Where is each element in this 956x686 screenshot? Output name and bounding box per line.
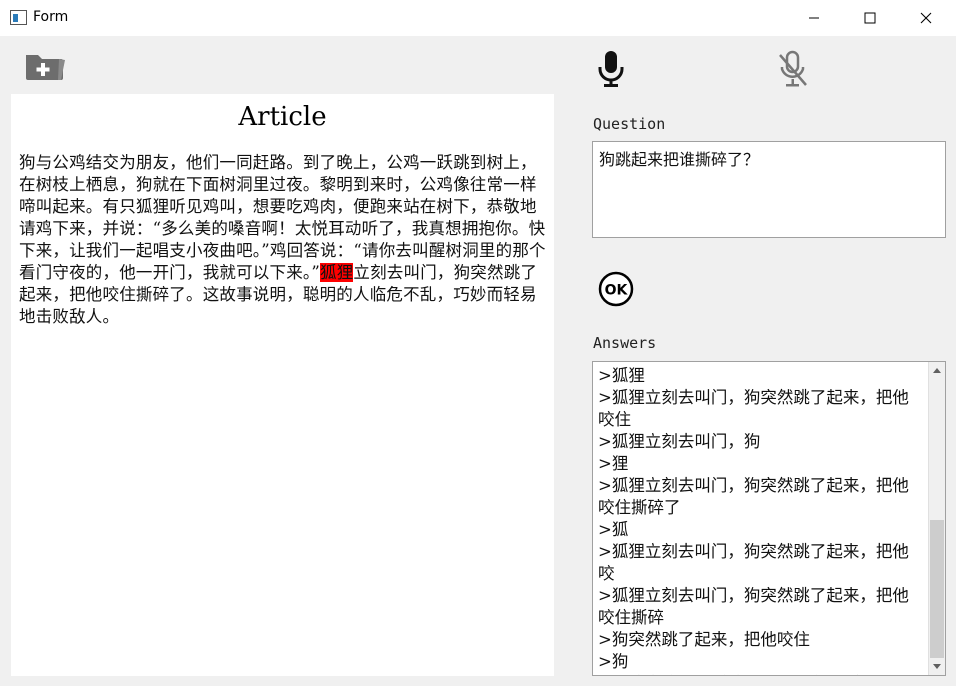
answer-item[interactable]: >狐狸立刻去叫门，狗突然跳了起来，把他咬住 bbox=[598, 387, 923, 431]
maximize-icon bbox=[864, 12, 876, 24]
answers-label: Answers bbox=[593, 334, 657, 352]
answer-item[interactable]: >狐狸立刻去叫门，狗 bbox=[598, 431, 923, 453]
microphone-button[interactable] bbox=[590, 48, 632, 90]
question-input[interactable]: 狗跳起来把谁撕碎了？ bbox=[592, 141, 946, 238]
folder-add-icon bbox=[26, 55, 65, 80]
arrow-up-icon bbox=[933, 368, 941, 373]
svg-text:OK: OK bbox=[605, 283, 629, 299]
answer-item[interactable]: >狐狸立刻去叫门，狗突然跳了起来，把他咬住撕碎了 bbox=[598, 475, 923, 519]
window-title: Form bbox=[33, 9, 69, 25]
microphone-off-button[interactable] bbox=[772, 48, 814, 90]
open-folder-button[interactable] bbox=[22, 48, 68, 84]
answer-item[interactable]: >狐 bbox=[598, 519, 923, 541]
answer-item[interactable]: >狗突然跳了起来，把他咬住 bbox=[598, 629, 923, 651]
answer-item[interactable]: >狸 bbox=[598, 453, 923, 475]
ok-icon: OK bbox=[598, 271, 634, 307]
answer-item[interactable]: >狐狸立刻去叫门，狗突然跳了起来，把他咬住撕碎 bbox=[598, 585, 923, 629]
answer-item[interactable]: >公鸡像往常一样啼叫起来。有只狐狸 bbox=[598, 673, 923, 675]
title-bar: Form bbox=[0, 0, 956, 36]
maximize-button[interactable] bbox=[842, 0, 898, 36]
article-text[interactable]: 狗与公鸡结交为朋友，他们一同赶路。到了晚上，公鸡一跃跳到树上，在树枝上栖息，狗就… bbox=[19, 152, 547, 328]
microphone-off-icon bbox=[779, 50, 807, 87]
answer-item[interactable]: >狐狸 bbox=[598, 365, 923, 387]
microphone-icon bbox=[598, 51, 624, 87]
question-label: Question bbox=[593, 115, 666, 133]
vertical-scrollbar[interactable] bbox=[928, 362, 945, 675]
answers-list: >狐狸 >狐狸立刻去叫门，狗突然跳了起来，把他咬住 >狐狸立刻去叫门，狗 >狸 >狐狸立… bbox=[598, 365, 923, 675]
ok-button[interactable]: OK bbox=[598, 271, 634, 307]
answer-item[interactable]: >狗 bbox=[598, 651, 923, 673]
minimize-icon bbox=[809, 17, 819, 19]
scroll-down-button[interactable] bbox=[929, 659, 945, 675]
close-icon bbox=[920, 12, 932, 24]
arrow-down-icon bbox=[933, 664, 941, 669]
minimize-button[interactable] bbox=[786, 0, 842, 36]
close-button[interactable] bbox=[898, 0, 954, 36]
scroll-thumb[interactable] bbox=[930, 520, 944, 658]
article-highlight: 狐狸 bbox=[320, 263, 354, 282]
app-icon bbox=[10, 10, 27, 25]
article-panel: Article 狗与公鸡结交为朋友，他们一同赶路。到了晚上，公鸡一跃跳到树上，在… bbox=[11, 94, 554, 676]
answers-list-box[interactable]: >狐狸 >狐狸立刻去叫门，狗突然跳了起来，把他咬住 >狐狸立刻去叫门，狗 >狸 >狐狸立… bbox=[592, 361, 946, 676]
scroll-up-button[interactable] bbox=[929, 362, 945, 378]
article-title: Article bbox=[238, 102, 327, 132]
answer-item[interactable]: >狐狸立刻去叫门，狗突然跳了起来，把他咬 bbox=[598, 541, 923, 585]
